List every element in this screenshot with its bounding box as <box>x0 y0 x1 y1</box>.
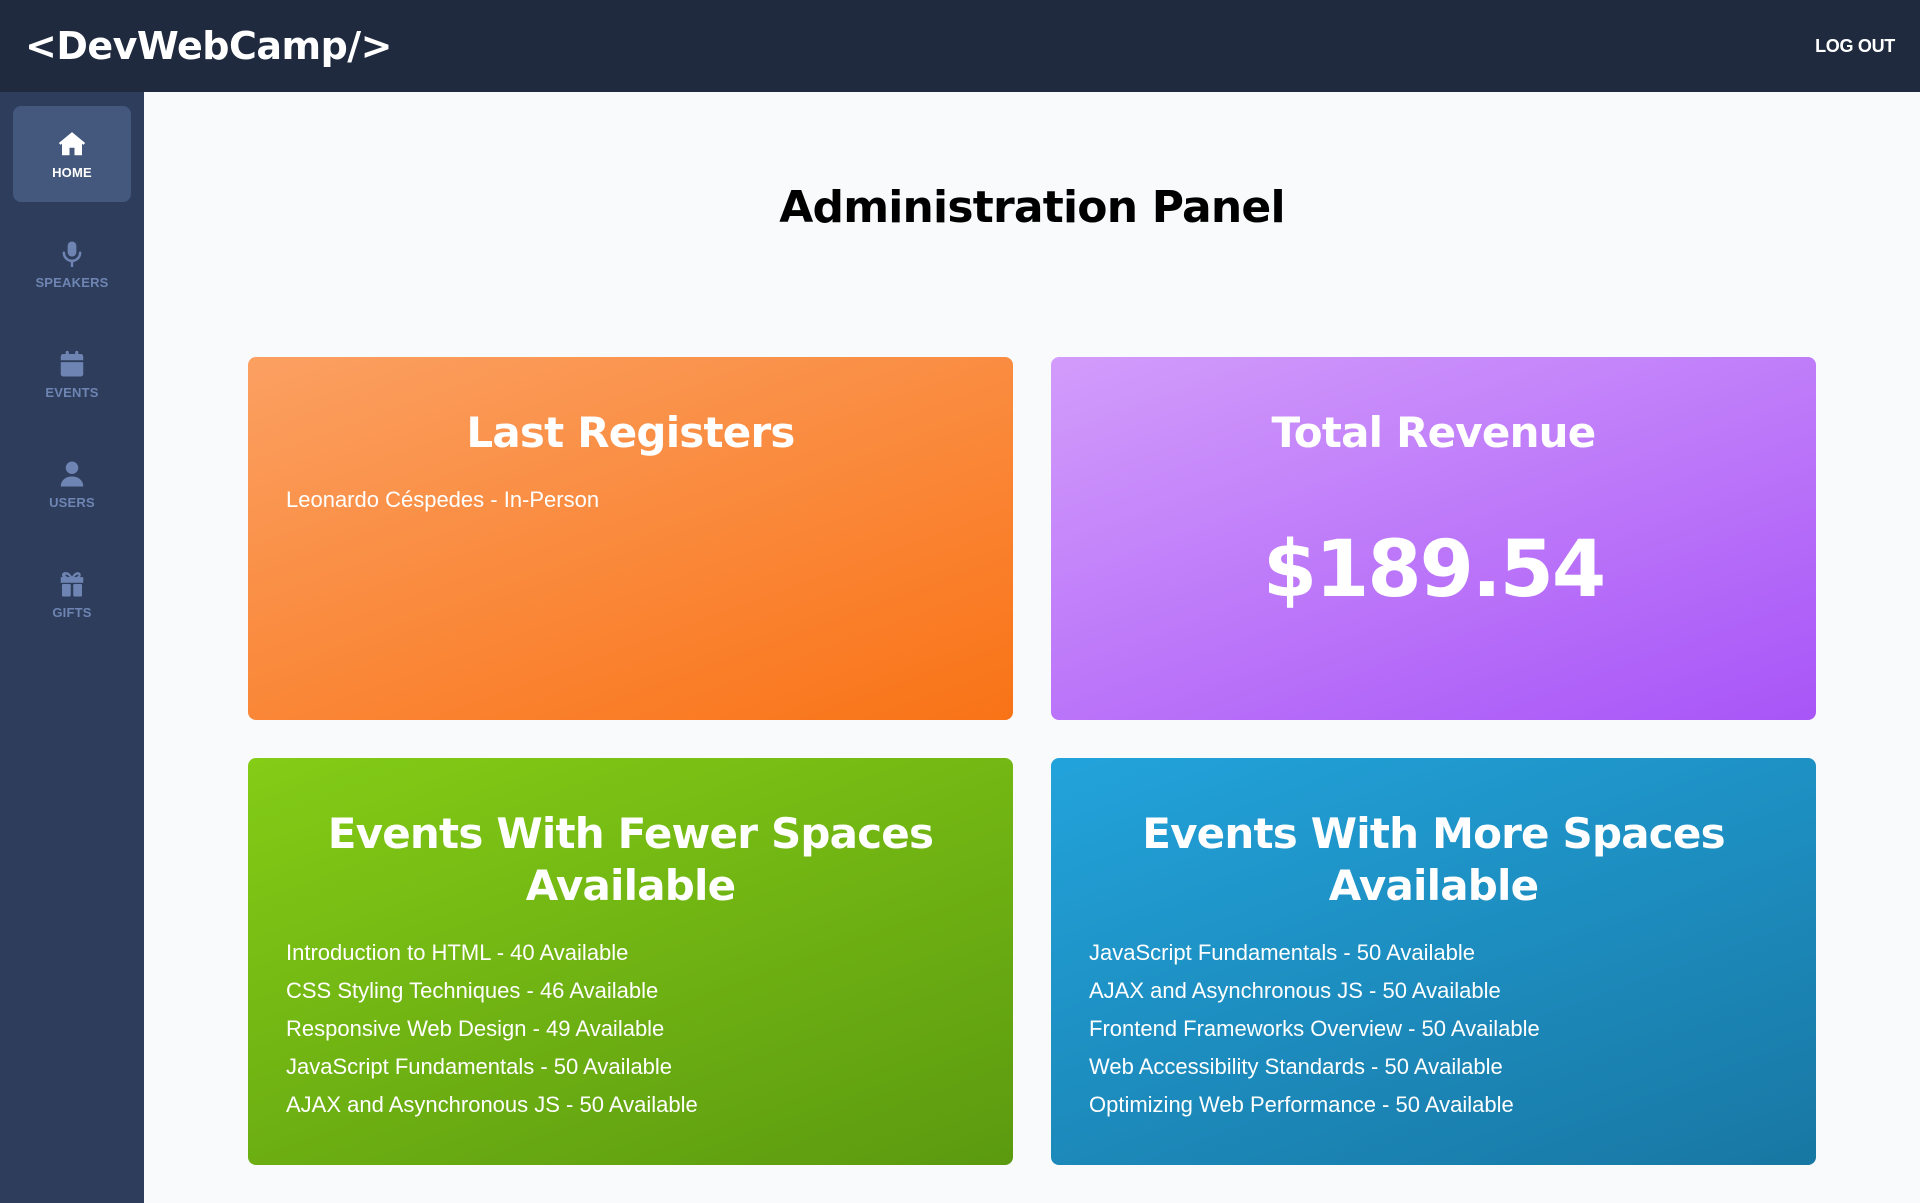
sidebar-item-label: HOME <box>52 164 92 180</box>
list-item: AJAX and Asynchronous JS - 50 Available <box>286 1092 698 1117</box>
more-spaces-list: JavaScript Fundamentals - 50 Available A… <box>1089 934 1778 1124</box>
more-spaces-card: Events With More Spaces Available JavaSc… <box>1051 758 1816 1165</box>
main-content: Administration Panel Last Registers Leon… <box>144 92 1920 1203</box>
list-item: Responsive Web Design - 49 Available <box>286 1016 665 1041</box>
fewer-spaces-card: Events With Fewer Spaces Available Intro… <box>248 758 1013 1165</box>
list-item: Web Accessibility Standards - 50 Availab… <box>1089 1054 1503 1079</box>
sidebar-item-home[interactable]: HOME <box>13 106 131 202</box>
registers-list: Leonardo Céspedes - In-Person <box>286 481 975 519</box>
list-item: CSS Styling Techniques - 46 Available <box>286 978 659 1003</box>
card-title: Last Registers <box>466 408 795 457</box>
sidebar-item-gifts[interactable]: GIFTS <box>13 546 131 642</box>
list-item: AJAX and Asynchronous JS - 50 Available <box>1089 978 1501 1003</box>
calendar-icon <box>60 350 84 376</box>
revenue-amount: $189.54 <box>1262 525 1606 615</box>
card-title: Events With More Spaces Available <box>1142 809 1725 910</box>
list-item: JavaScript Fundamentals - 50 Available <box>1089 940 1476 965</box>
card-title: Events With Fewer Spaces Available <box>327 809 934 910</box>
user-icon <box>60 461 84 486</box>
list-item: Leonardo Céspedes - In-Person <box>286 487 600 512</box>
sidebar-item-label: GIFTS <box>52 604 92 620</box>
total-revenue-card: Total Revenue $189.54 <box>1051 357 1816 720</box>
sidebar-item-events[interactable]: EVENTS <box>13 326 131 422</box>
top-header: <DevWebCamp/> LOG OUT <box>0 0 1920 92</box>
sidebar: HOME SPEAKERS EVENTS USERS GIFTS <box>0 92 144 1203</box>
card-title: Total Revenue <box>1271 408 1597 457</box>
sidebar-item-label: SPEAKERS <box>35 274 109 290</box>
sidebar-item-speakers[interactable]: SPEAKERS <box>13 216 131 312</box>
gift-icon <box>60 571 84 596</box>
last-registers-card: Last Registers Leonardo Céspedes - In-Pe… <box>248 357 1013 720</box>
sidebar-item-label: USERS <box>49 494 95 510</box>
list-item: JavaScript Fundamentals - 50 Available <box>286 1054 673 1079</box>
page-title: Administration Panel <box>779 182 1285 233</box>
list-item: Frontend Frameworks Overview - 50 Availa… <box>1089 1016 1540 1041</box>
sidebar-item-label: EVENTS <box>45 384 99 400</box>
list-item: Introduction to HTML - 40 Available <box>286 940 629 965</box>
logout-button[interactable]: LOG OUT <box>1815 36 1895 57</box>
sidebar-item-users[interactable]: USERS <box>13 436 131 532</box>
list-item: Optimizing Web Performance - 50 Availabl… <box>1089 1092 1514 1117</box>
logo[interactable]: <DevWebCamp/> <box>25 24 393 68</box>
fewer-spaces-list: Introduction to HTML - 40 Available CSS … <box>286 934 975 1124</box>
microphone-icon <box>62 241 82 267</box>
home-icon <box>58 131 86 155</box>
